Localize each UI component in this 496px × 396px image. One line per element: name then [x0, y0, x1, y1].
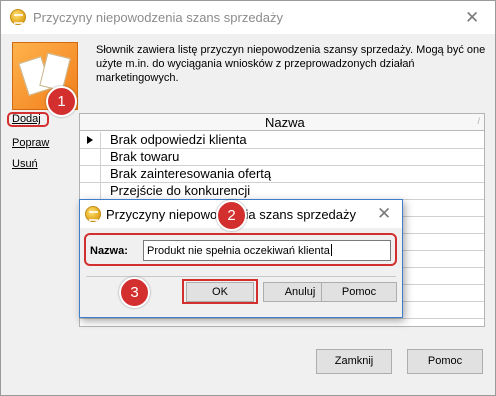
add-link-highlight [7, 112, 49, 127]
row-indicator [80, 149, 101, 165]
dialog-help-button[interactable]: Pomoc [321, 282, 397, 302]
row-indicator [80, 183, 101, 199]
table-row[interactable]: Brak zainteresowania ofertą [80, 166, 484, 183]
row-indicator [80, 166, 101, 182]
table-cell: Brak zainteresowania ofertą [110, 166, 272, 181]
main-window: Przyczyny niepowodzenia szans sprzedaży … [0, 0, 496, 396]
table-cell: Przejście do konkurencji [110, 183, 251, 198]
close-button[interactable]: Zamknij [316, 349, 392, 374]
row-indicator [80, 132, 101, 148]
step-marker-2: 2 [216, 200, 247, 231]
dictionary-description: Słownik zawiera listę przyczyn niepowodz… [96, 44, 486, 84]
table-row[interactable]: Brak towaru [80, 149, 484, 166]
step-marker-1: 1 [46, 86, 77, 117]
delete-link[interactable]: Usuń [12, 158, 38, 170]
table-cell: Brak odpowiedzi klienta [110, 132, 247, 147]
close-icon[interactable]: ✕ [465, 9, 479, 26]
column-header-name[interactable]: Nazwa [265, 115, 305, 130]
ok-button-highlight [182, 279, 258, 304]
app-logo-icon [85, 206, 101, 222]
main-help-button[interactable]: Pomoc [407, 349, 483, 374]
sort-indicator: / [477, 116, 480, 126]
grid-header: Nazwa / [80, 114, 484, 131]
dialog-close-icon[interactable]: ✕ [377, 205, 391, 222]
name-field-highlight [84, 233, 397, 266]
table-row[interactable]: Brak odpowiedzi klienta [80, 132, 484, 149]
main-titlebar: Przyczyny niepowodzenia szans sprzedaży … [1, 1, 495, 34]
table-cell: Brak towaru [110, 149, 180, 164]
current-row-pointer-icon [87, 136, 93, 144]
edit-link[interactable]: Popraw [12, 137, 49, 149]
main-window-title: Przyczyny niepowodzenia szans sprzedaży [33, 10, 284, 25]
step-marker-3: 3 [119, 277, 150, 308]
table-row[interactable]: Przejście do konkurencji [80, 183, 484, 200]
app-logo-icon [10, 9, 26, 25]
